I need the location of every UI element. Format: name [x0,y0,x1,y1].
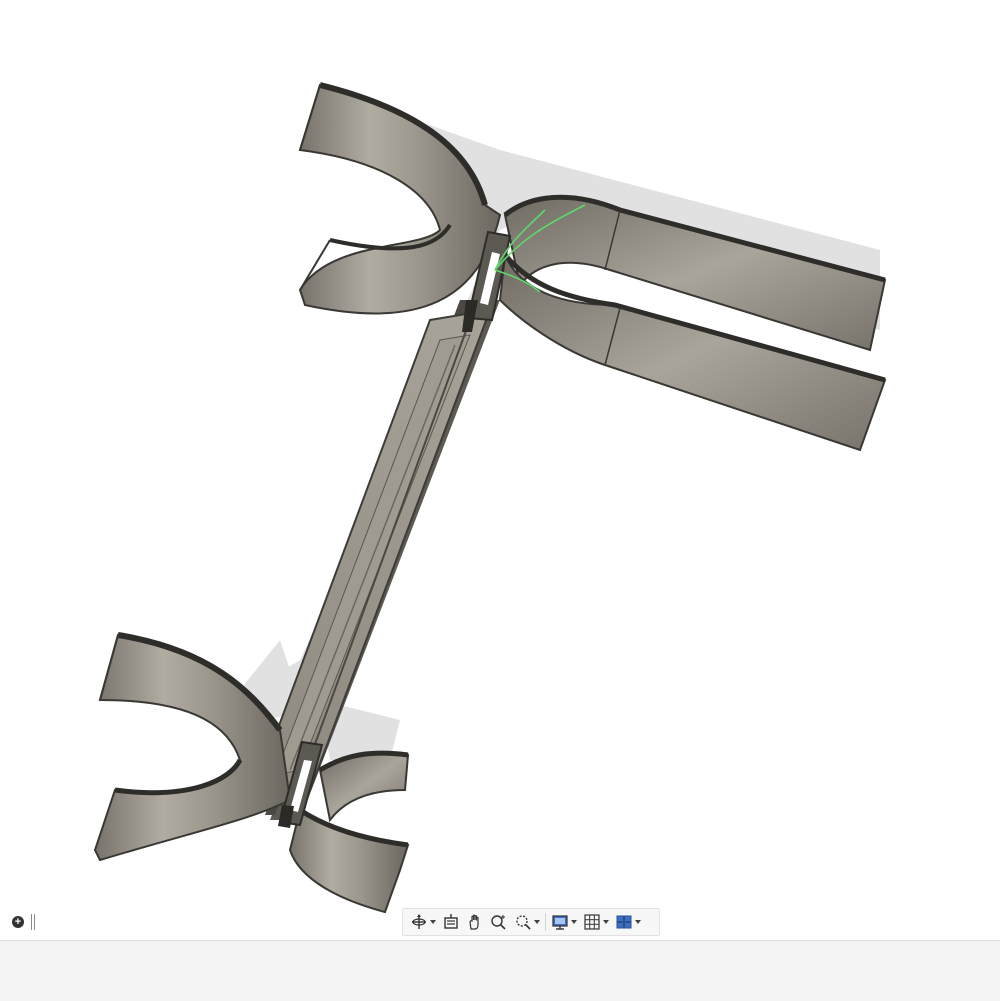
viewports-icon [616,915,632,929]
chevron-down-icon[interactable] [603,920,609,924]
canvas-viewport[interactable] [0,0,1000,940]
chevron-down-icon[interactable] [430,920,436,924]
chevron-down-icon[interactable] [635,920,641,924]
pan-button[interactable] [463,910,487,934]
zoom-window-icon [516,915,531,930]
look-at-icon [444,914,458,929]
upper-left-clamp [298,82,502,315]
left-mini-controls: + [0,908,36,936]
grip-handle-icon[interactable] [31,914,32,930]
upper-right-rails [498,194,887,452]
grid-icon [584,914,600,930]
orbit-icon [412,914,426,929]
add-circle-icon[interactable]: + [12,916,24,928]
grid-snaps-button[interactable] [580,910,612,934]
orbit-button[interactable] [407,910,439,934]
fit-button[interactable] [511,910,543,934]
model-render[interactable] [0,0,1000,940]
pan-hand-icon [469,914,479,930]
navigation-toolbar [402,908,660,936]
zoom-icon [491,915,506,930]
status-bar [0,940,1000,1001]
viewports-button[interactable] [612,910,644,934]
display-settings-button[interactable] [548,910,580,934]
look-at-button[interactable] [439,910,463,934]
display-settings-icon [552,915,568,930]
toolbar-divider [545,913,546,931]
zoom-button[interactable] [487,910,511,934]
chevron-down-icon[interactable] [571,920,577,924]
chevron-down-icon[interactable] [534,920,540,924]
